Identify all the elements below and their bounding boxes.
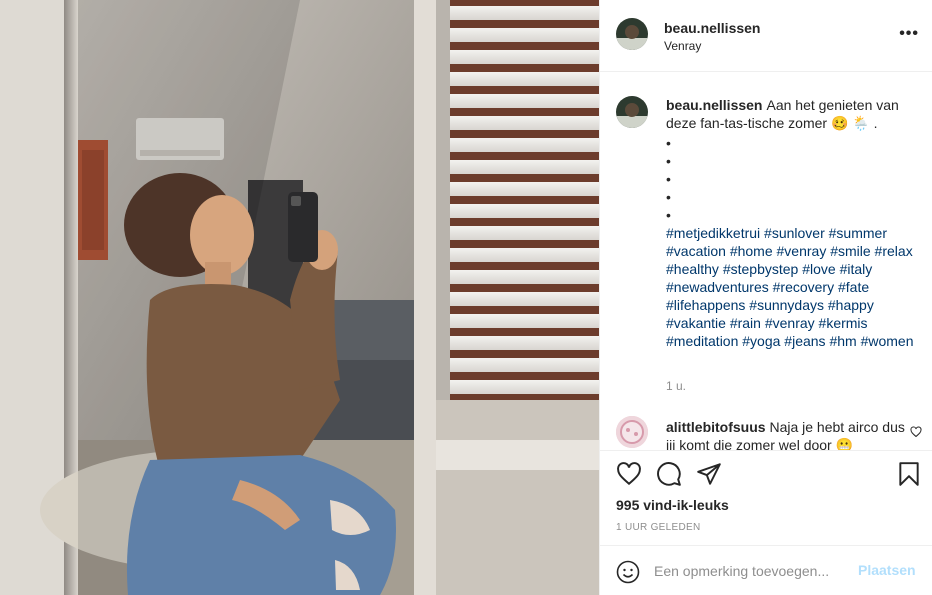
post-comment-button[interactable]: Plaatsen (858, 562, 916, 578)
heart-icon[interactable] (616, 461, 642, 487)
caption-time: 1 u. (666, 379, 687, 393)
comment-like-icon[interactable] (910, 426, 922, 441)
comment-username[interactable]: alittlebitofsuus (666, 419, 766, 435)
post-actions: 995 vind-ik-leuks 1 UUR GELEDEN (600, 450, 932, 545)
post-photo[interactable] (0, 0, 599, 595)
like-count[interactable]: 995 vind-ik-leuks (616, 497, 729, 513)
more-icon[interactable]: ••• (899, 26, 919, 42)
post-header: beau.nellissen Venray ••• (600, 0, 932, 72)
caption-dot: • (666, 207, 671, 223)
caption-dot: • (666, 153, 671, 169)
add-comment-bar: Plaatsen (600, 545, 932, 595)
share-icon[interactable] (696, 461, 722, 487)
caption-username[interactable]: beau.nellissen (666, 97, 762, 113)
photo-illustration (0, 0, 599, 595)
comment-input[interactable] (652, 558, 856, 584)
author-avatar[interactable] (616, 18, 648, 50)
bookmark-icon[interactable] (896, 461, 922, 487)
caption-avatar[interactable] (616, 96, 648, 128)
caption-dot: • (666, 189, 671, 205)
post-location[interactable]: Venray (664, 39, 701, 53)
post-caption: beau.nellissen Aan het genieten van deze … (666, 96, 924, 350)
commenter-avatar[interactable] (616, 416, 648, 448)
caption-dots: • • • • • (666, 134, 924, 224)
caption-hashtags[interactable]: #metjedikketrui #sunlover #summer #vacat… (666, 224, 924, 350)
caption-dot: • (666, 171, 671, 187)
comment-icon[interactable] (656, 461, 682, 487)
caption-dot: • (666, 135, 671, 151)
author-username[interactable]: beau.nellissen (664, 20, 760, 36)
emoji-icon[interactable] (616, 560, 640, 584)
post-timestamp[interactable]: 1 UUR GELEDEN (616, 522, 700, 533)
comments-area[interactable]: beau.nellissen Aan het genieten van deze … (600, 72, 932, 450)
post-sidebar: beau.nellissen Venray ••• beau.nellissen… (599, 0, 932, 595)
comment-item: alittlebitofsuus Naja je hebt airco dus … (666, 418, 906, 450)
